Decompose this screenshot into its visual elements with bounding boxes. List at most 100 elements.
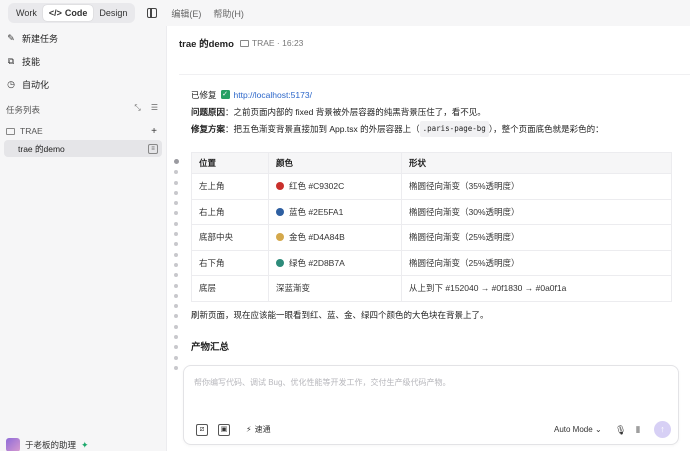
add-image-icon[interactable]: ▣: [218, 424, 230, 436]
timeline-dot[interactable]: [174, 170, 178, 175]
cell-color: 蓝色 #2E5FA1: [268, 198, 402, 225]
timeline-dot[interactable]: [174, 293, 178, 298]
timeline-dot[interactable]: [174, 190, 178, 195]
chat-composer[interactable]: 帮你编写代码、调试 Bug、优化性能等开发工作，交付生产级代码产物。 ⧄ ▣ ⚡…: [183, 365, 679, 445]
column-header: 形状: [401, 152, 672, 174]
table-row: 右上角 蓝色 #2E5FA1 椭圆径向渐变（30%透明度）: [191, 198, 672, 225]
timeline-dot[interactable]: [174, 273, 178, 278]
quick-label: 速通: [254, 425, 271, 434]
cause-text: ：之前页面内部的 fixed 背景被外层容器的纯黑背景压住了，看不见。: [225, 106, 486, 117]
column-header: 位置: [191, 152, 269, 174]
sidebar-item-label: 新建任务: [22, 33, 59, 44]
fixed-label: 已修复: [191, 89, 217, 100]
sidebar-item-label: 自动化: [22, 79, 50, 90]
menu-edit[interactable]: 编辑(E): [171, 7, 201, 20]
lightning-icon: ⚡: [246, 425, 252, 434]
timeline-dot[interactable]: [174, 159, 179, 164]
sidebar-item-skills[interactable]: ⧉ 技能: [6, 52, 40, 70]
cell-color: 绿色 #2D8B7A: [268, 249, 402, 276]
cell-position: 左上角: [191, 173, 269, 200]
timeline-dot[interactable]: [174, 304, 178, 309]
timeline-dot[interactable]: [174, 201, 178, 206]
header-meta-text: TRAE · 16:23: [251, 38, 304, 48]
timeline-dot[interactable]: [174, 242, 178, 247]
microphone-icon[interactable]: 🎙: [615, 425, 626, 436]
color-label: 金色 #D4A84B: [289, 232, 345, 243]
user-profile[interactable]: 于老板的助理 ✦: [6, 438, 89, 451]
tab-design[interactable]: Design: [93, 5, 133, 21]
task-list-tools: ⤡ ☰: [134, 103, 158, 113]
timeline-dot[interactable]: [174, 365, 178, 370]
fix-text-end: ），整个页面底色就是彩色的：: [488, 123, 604, 134]
chevron-down-icon: ⌄: [594, 425, 602, 434]
cell-shape: 椭圆径向渐变（35%透明度）: [401, 173, 672, 200]
fix-text: ：把五色渐变背景直接加到 App.tsx 的外层容器上（: [225, 123, 420, 134]
timeline-dot[interactable]: [174, 211, 178, 216]
check-icon: ✓: [220, 90, 230, 99]
skills-icon: ⧉: [7, 55, 15, 66]
menu-help[interactable]: 帮助(H): [213, 7, 244, 20]
task-menu-icon[interactable]: ≡: [148, 143, 158, 154]
avatar: [6, 438, 20, 451]
timeline-dot[interactable]: [174, 324, 178, 329]
sidebar-toggle-icon[interactable]: [147, 8, 158, 18]
cell-color: 金色 #D4A84B: [268, 224, 402, 251]
main-panel: trae 的demo TRAE · 16:23 已修复 ✓ http://loc…: [166, 26, 690, 451]
tab-work[interactable]: Work: [10, 5, 43, 21]
quick-button[interactable]: ⚡ 速通: [246, 424, 271, 435]
cell-position: 右上角: [191, 198, 269, 225]
timeline-dot[interactable]: [174, 355, 178, 360]
composer-input[interactable]: 帮你编写代码、调试 Bug、优化性能等开发工作，交付生产级代码产物。: [194, 377, 450, 388]
send-button[interactable]: ↑: [654, 421, 671, 438]
timeline-dot[interactable]: [174, 232, 178, 237]
after-text: 刷新页面，现在应该能一眼看到红、蓝、金、绿四个颜色的大色块在背景上了。: [191, 310, 489, 320]
sidebar-item-automation[interactable]: ◷ 自动化: [6, 75, 49, 93]
cause-label: 问题原因: [191, 106, 226, 117]
table-row: 底层 深蓝渐变 从上到下 #152040 → #0f1830 → #0a0f1a: [191, 275, 672, 302]
folder-trae[interactable]: TRAE +: [6, 123, 160, 139]
color-label: 红色 #C9302C: [289, 181, 345, 192]
sidebar: ✎ 新建任务 ⧉ 技能 ◷ 自动化 任务列表 ⤡ ☰ TRAE + trae 的…: [0, 26, 166, 451]
color-table: 位置 颜色 形状 左上角 红色 #C9302C 椭圆径向渐变（35%透明度） 右上角 蓝…: [191, 152, 672, 302]
table-header-row: 位置 颜色 形状: [191, 152, 672, 174]
cause-line: 问题原因 ：之前页面内部的 fixed 背景被外层容器的纯黑背景压住了，看不见。: [191, 103, 671, 120]
folder-label: TRAE: [20, 126, 43, 136]
fix-line: 修复方案 ：把五色渐变背景直接加到 App.tsx 的外层容器上（ .paris…: [191, 120, 671, 137]
divider: [179, 74, 690, 75]
table-row: 右下角 绿色 #2D8B7A 椭圆径向渐变（25%透明度）: [191, 249, 672, 276]
mode-label: Auto Mode: [554, 425, 593, 434]
sidebar-item-label: 技能: [22, 56, 41, 67]
summary-heading: 产物汇总: [191, 342, 230, 353]
timeline-dot[interactable]: [174, 221, 178, 226]
timeline-dot[interactable]: [174, 335, 178, 340]
timeline-dot[interactable]: [174, 283, 178, 288]
timeline-dot[interactable]: [174, 180, 178, 185]
cell-shape: 椭圆径向渐变（25%透明度）: [401, 249, 672, 276]
timeline-dot[interactable]: [174, 345, 178, 350]
timeline-dot[interactable]: [174, 252, 178, 257]
cell-shape: 椭圆径向渐变（30%透明度）: [401, 198, 672, 225]
folder-icon: [6, 127, 15, 135]
task-label: trae 的demo: [18, 143, 65, 154]
page-title: trae 的demo: [179, 39, 234, 50]
cell-position: 底部中央: [191, 224, 269, 251]
voice-wave-icon[interactable]: ⦀: [636, 425, 640, 436]
sidebar-item-new-task[interactable]: ✎ 新建任务: [6, 29, 58, 47]
timeline-dot[interactable]: [174, 314, 178, 319]
filter-icon[interactable]: ☰: [151, 103, 158, 113]
attach-file-icon[interactable]: ⧄: [196, 424, 208, 436]
timeline-dot[interactable]: [174, 262, 178, 267]
user-name: 于老板的助理: [25, 440, 77, 450]
sidebar-task-item[interactable]: trae 的demo ≡: [4, 140, 162, 157]
localhost-link[interactable]: http://localhost:5173/: [234, 88, 312, 102]
mode-dropdown[interactable]: Auto Mode ⌄: [554, 425, 602, 434]
chat-header: trae 的demo TRAE · 16:23: [179, 36, 303, 50]
add-task-icon[interactable]: +: [148, 125, 160, 137]
status-plus-icon: ✦: [81, 439, 89, 450]
mode-switcher: Work </> Code Design: [8, 3, 136, 23]
tab-code[interactable]: </> Code: [42, 5, 94, 21]
collapse-icon[interactable]: ⤡: [134, 103, 140, 113]
color-dot-icon: [276, 233, 284, 242]
header-meta: TRAE · 16:23: [239, 38, 304, 48]
code-icon: </>: [48, 8, 62, 18]
